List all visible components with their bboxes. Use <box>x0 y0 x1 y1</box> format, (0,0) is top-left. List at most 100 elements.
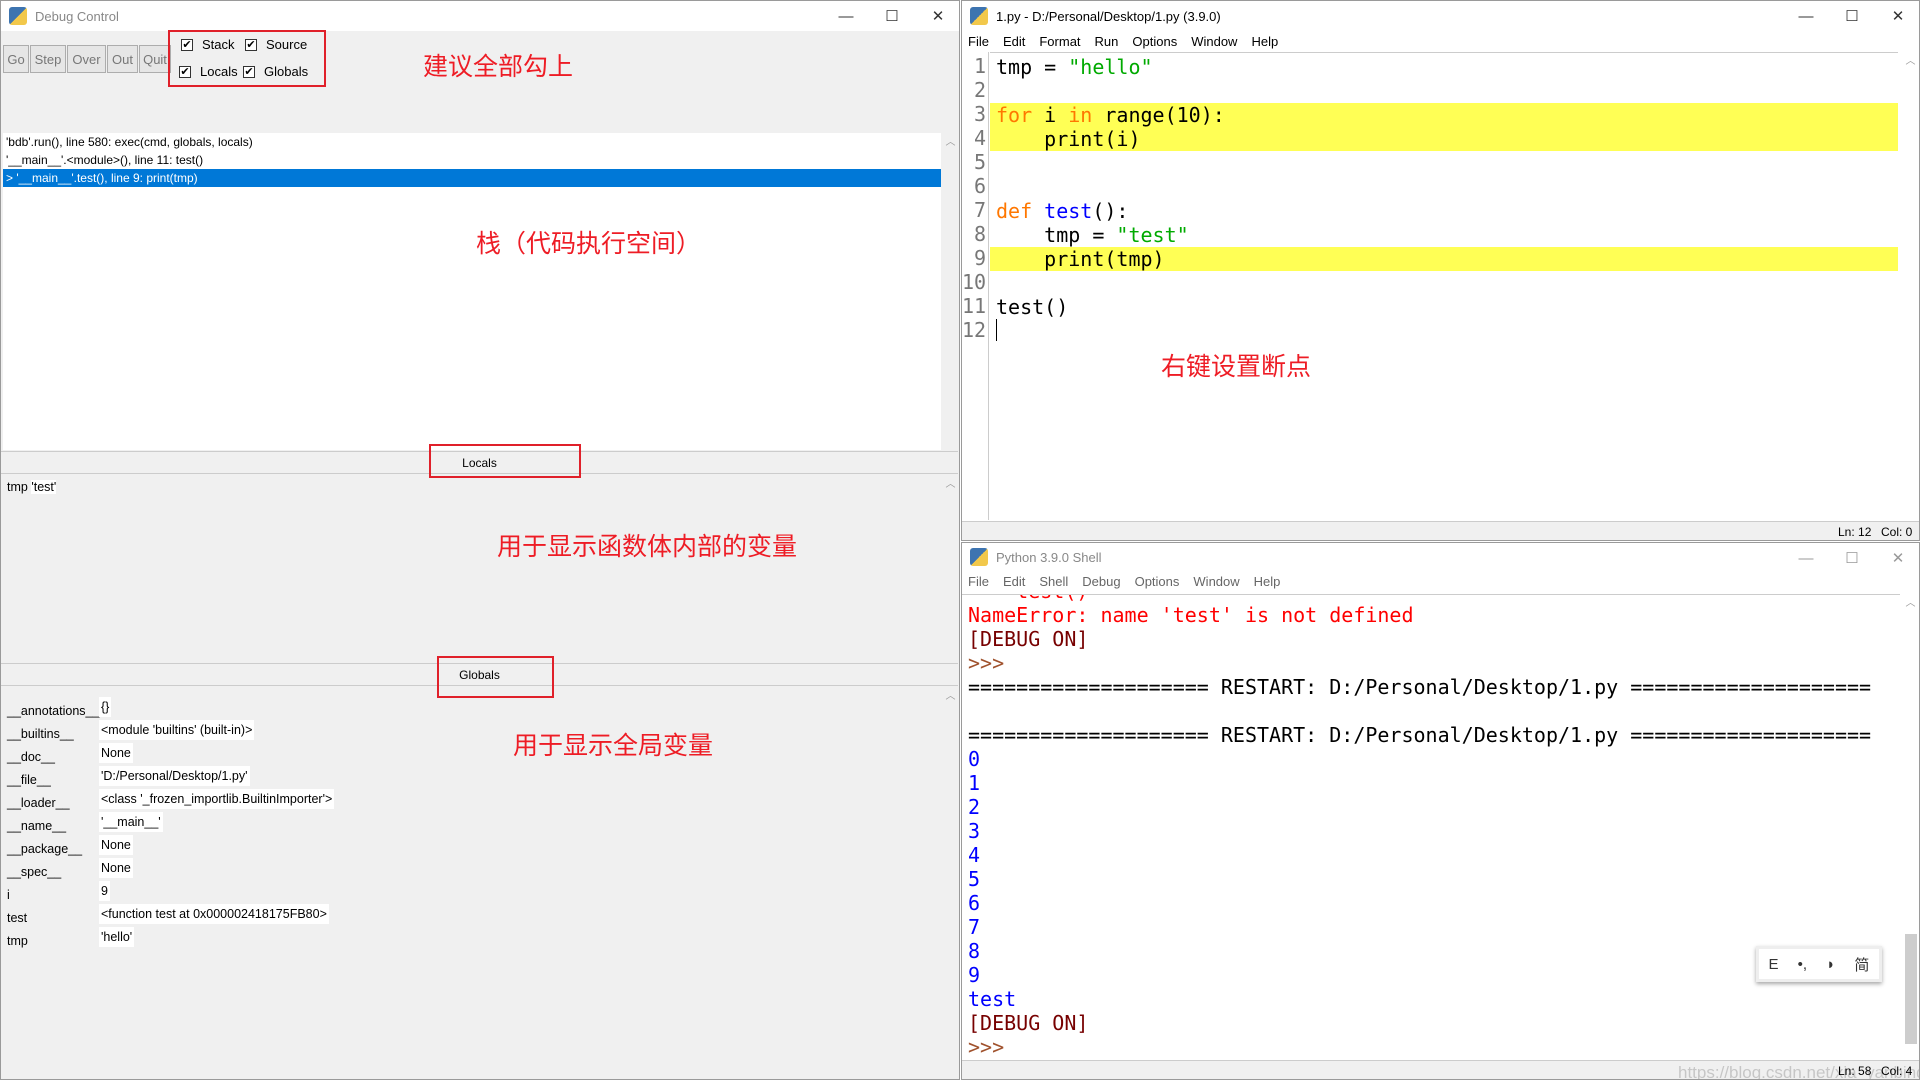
code-token: test() <box>996 295 1069 319</box>
ime-toolbar[interactable]: E •, ◗ 简 <box>1756 946 1882 982</box>
menu-help[interactable]: Help <box>1248 572 1289 592</box>
code-line[interactable]: tmp = "hello" <box>990 55 1898 79</box>
code-line[interactable] <box>990 79 1898 103</box>
ime-punctuation-icon[interactable]: •, <box>1798 956 1807 973</box>
menu-window[interactable]: Window <box>1185 32 1245 52</box>
stack-list[interactable]: 'bdb'.run(), line 580: exec(cmd, globals… <box>3 133 941 450</box>
var-value: None <box>99 835 133 855</box>
var-name: __doc__ <box>7 750 55 764</box>
menu-help[interactable]: Help <box>1245 32 1286 52</box>
globals-scrollbar[interactable]: ︿ <box>942 687 959 947</box>
line-number: 12 <box>962 318 987 342</box>
code-line[interactable] <box>990 271 1898 295</box>
annotation-breakpoint: 右键设置断点 <box>1161 353 1312 381</box>
code-area[interactable]: tmp = "hello" for i in range(10): print(i… <box>990 52 1898 520</box>
code-token: for <box>996 103 1033 127</box>
code-token: in <box>1068 103 1093 127</box>
scroll-thumb[interactable] <box>1905 934 1917 1044</box>
minimize-button[interactable]: — <box>1783 1 1829 31</box>
col-indicator: Col: 0 <box>1881 525 1913 539</box>
text-cursor <box>996 319 997 341</box>
editor-scrollbar[interactable]: ︿ <box>1902 52 1919 520</box>
shell-line: test() <box>968 595 1900 603</box>
code-line[interactable]: def test(): <box>990 199 1898 223</box>
ime-simplified-icon[interactable]: 简 <box>1854 954 1869 975</box>
breakpoint-line[interactable]: print(i) <box>990 127 1898 151</box>
maximize-button[interactable]: ☐ <box>1829 543 1875 573</box>
minimize-button[interactable]: — <box>1783 543 1829 573</box>
stack-frame[interactable]: 'bdb'.run(), line 580: exec(cmd, globals… <box>3 133 941 151</box>
line-indicator: Ln: 12 <box>1838 525 1872 539</box>
ime-moon-icon[interactable]: ◗ <box>1826 956 1835 973</box>
menu-edit[interactable]: Edit <box>997 572 1033 592</box>
var-value: None <box>99 858 133 878</box>
code-line[interactable] <box>990 319 1898 343</box>
menu-debug[interactable]: Debug <box>1076 572 1128 592</box>
menu-file[interactable]: File <box>962 572 997 592</box>
stack-frame-selected[interactable]: > '__main__'.test(), line 9: print(tmp) <box>3 169 941 187</box>
close-button[interactable]: ✕ <box>1875 543 1919 573</box>
close-button[interactable]: ✕ <box>915 1 959 31</box>
go-button[interactable]: Go <box>3 45 29 73</box>
editor-window: 1.py - D:/Personal/Desktop/1.py (3.9.0) … <box>961 0 1920 541</box>
menu-edit[interactable]: Edit <box>997 32 1033 52</box>
menu-shell[interactable]: Shell <box>1033 572 1076 592</box>
shell-scrollbar[interactable]: ︿ <box>1902 594 1919 1060</box>
out-button[interactable]: Out <box>107 45 138 73</box>
stack-frame[interactable]: '__main__'.<module>(), line 11: test() <box>3 151 941 169</box>
shell-line: NameError: name 'test' is not defined <box>968 603 1414 627</box>
var-value: {} <box>99 697 112 717</box>
line-number: 6 <box>973 174 986 198</box>
shell-line: 6 <box>968 891 981 915</box>
ime-english-icon[interactable]: E <box>1769 956 1779 973</box>
menu-file[interactable]: File <box>962 32 997 52</box>
close-button[interactable]: ✕ <box>1875 1 1919 31</box>
over-button[interactable]: Over <box>67 45 106 73</box>
menu-window[interactable]: Window <box>1187 572 1247 592</box>
menu-run[interactable]: Run <box>1089 32 1127 52</box>
var-value: <class '_frozen_importlib.BuiltinImporte… <box>99 789 335 809</box>
shell-output[interactable]: test()NameError: name 'test' is not defi… <box>962 594 1900 1060</box>
stack-scrollbar[interactable]: ︿ <box>942 133 959 450</box>
shell-line: ==================== RESTART: D:/Persona… <box>968 675 1872 699</box>
var-name: __name__ <box>7 819 67 833</box>
globals-row: __spec__ None <box>7 858 133 882</box>
globals-row: __annotations__{} <box>7 697 112 721</box>
globals-row: test <function test at 0x000002418175FB80… <box>7 904 329 928</box>
highlight-box <box>168 30 326 87</box>
code-token: tmp = <box>996 55 1069 79</box>
minimize-button[interactable]: — <box>823 1 869 31</box>
quit-button[interactable]: Quit <box>139 45 171 73</box>
window-title: 1.py - D:/Personal/Desktop/1.py (3.9.0) <box>996 8 1221 24</box>
line-number: 9 <box>973 246 986 270</box>
editor-menubar: File Edit Format Run Options Window Help <box>962 32 1919 52</box>
globals-row: __doc__ None <box>7 743 133 767</box>
locals-scrollbar[interactable]: ︿ <box>942 475 959 661</box>
breakpoint-line[interactable]: print(tmp) <box>990 247 1898 271</box>
menu-options[interactable]: Options <box>1126 32 1185 52</box>
shell-line: 1 <box>968 771 981 795</box>
code-line[interactable]: test() <box>990 295 1898 319</box>
globals-row: __file__ 'D:/Personal/Desktop/1.py' <box>7 766 250 790</box>
line-number: 8 <box>973 222 986 246</box>
locals-row: tmp 'test' <box>7 477 57 497</box>
code-line[interactable] <box>990 175 1898 199</box>
step-button[interactable]: Step <box>30 45 66 73</box>
menu-options[interactable]: Options <box>1129 572 1188 592</box>
var-name: i <box>7 888 10 902</box>
line-number: 11 <box>962 294 987 318</box>
breakpoint-line[interactable]: for i in range(10): <box>990 103 1898 127</box>
code-line[interactable] <box>990 151 1898 175</box>
var-value: 'D:/Personal/Desktop/1.py' <box>99 766 250 786</box>
maximize-button[interactable]: ☐ <box>869 1 915 31</box>
var-name: __package__ <box>7 842 83 856</box>
line-number: 7 <box>973 198 986 222</box>
maximize-button[interactable]: ☐ <box>1829 1 1875 31</box>
shell-line: >>> <box>968 651 1017 675</box>
line-number: 3 <box>973 102 986 126</box>
menu-format[interactable]: Format <box>1033 32 1088 52</box>
python-icon <box>970 7 988 25</box>
code-line[interactable]: tmp = "test" <box>990 223 1898 247</box>
line-indicator: Ln: 58 <box>1838 1064 1872 1078</box>
line-number: 1 <box>973 54 986 78</box>
